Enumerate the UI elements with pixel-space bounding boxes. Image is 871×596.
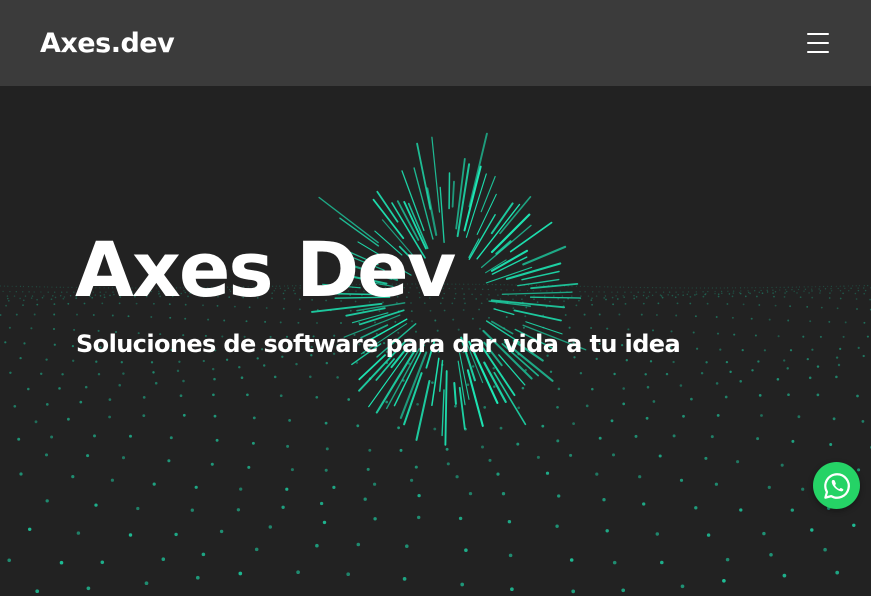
- hamburger-menu-icon[interactable]: [807, 33, 829, 53]
- whatsapp-icon: [823, 472, 850, 499]
- hero-title: Axes Dev: [75, 225, 456, 314]
- brand-logo[interactable]: Axes.dev: [40, 28, 175, 59]
- hero-subtitle: Soluciones de software para dar vida a t…: [76, 330, 681, 358]
- navbar: Axes.dev: [0, 0, 871, 86]
- whatsapp-button[interactable]: [813, 462, 860, 509]
- hero-section: Axes Dev Soluciones de software para dar…: [0, 86, 871, 596]
